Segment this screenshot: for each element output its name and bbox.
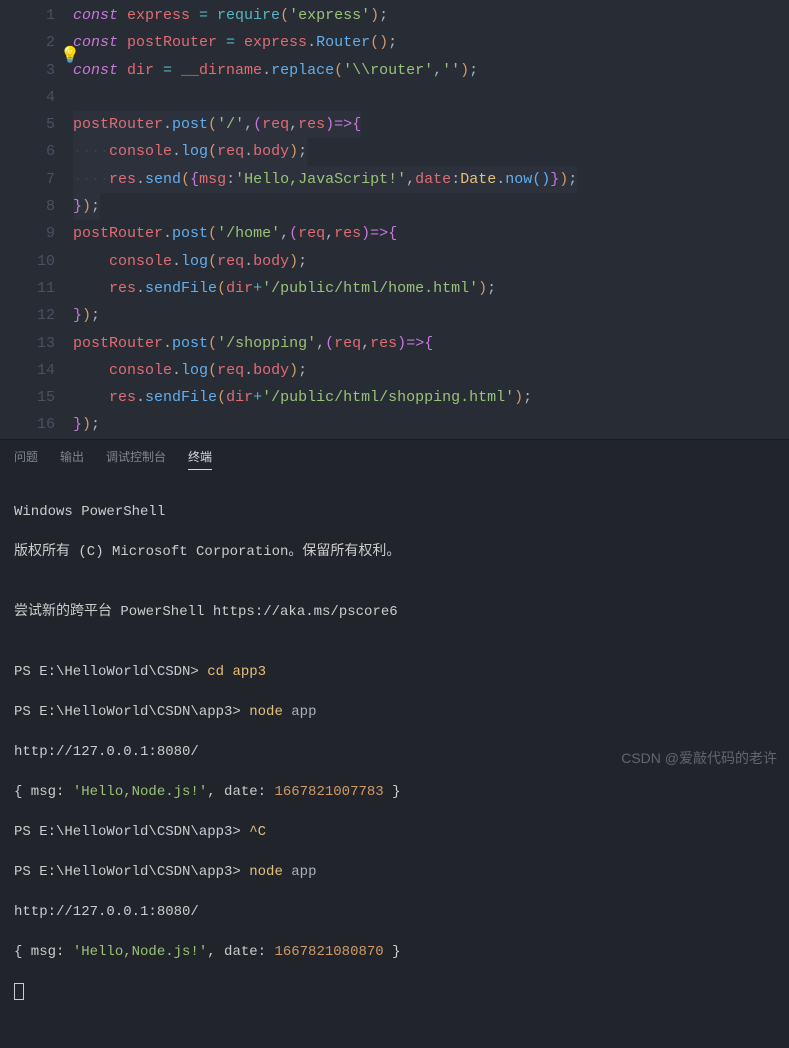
watermark: CSDN @爱敲代码的老许 [621, 748, 777, 768]
line-number: 11 [0, 275, 55, 302]
terminal-line: 尝试新的跨平台 PowerShell https://aka.ms/pscore… [14, 602, 775, 622]
terminal-line: PS E:\HelloWorld\CSDN\app3> ^C [14, 822, 775, 842]
line-number: 9 [0, 220, 55, 247]
line-number: 10 [0, 248, 55, 275]
line-number: 2 [0, 29, 55, 56]
terminal-cursor [14, 982, 775, 1002]
tab-terminal[interactable]: 终端 [188, 448, 212, 470]
terminal-line: { msg: 'Hello,Node.js!', date: 166782108… [14, 942, 775, 962]
panel-tabs: 问题 输出 调试控制台 终端 [0, 440, 789, 476]
line-number: 1 [0, 2, 55, 29]
code-editor[interactable]: 💡 1 2 3 4 5 6 7 8 9 10 11 12 13 14 15 16… [0, 0, 789, 439]
line-number: 7 [0, 166, 55, 193]
line-number: 15 [0, 384, 55, 411]
line-number: 13 [0, 330, 55, 357]
line-number: 12 [0, 302, 55, 329]
tab-output[interactable]: 输出 [60, 448, 84, 470]
terminal-line: PS E:\HelloWorld\CSDN\app3> node app [14, 862, 775, 882]
line-number: 8 [0, 193, 55, 220]
terminal-line: PS E:\HelloWorld\CSDN> cd app3 [14, 662, 775, 682]
line-number: 3 [0, 57, 55, 84]
line-number: 4 [0, 84, 55, 111]
terminal-line: PS E:\HelloWorld\CSDN\app3> node app [14, 702, 775, 722]
terminal-line: { msg: 'Hello,Node.js!', date: 166782100… [14, 782, 775, 802]
bottom-panel: 问题 输出 调试控制台 终端 Windows PowerShell 版权所有 (… [0, 439, 789, 1048]
line-gutter: 1 2 3 4 5 6 7 8 9 10 11 12 13 14 15 16 [0, 2, 73, 439]
line-number: 5 [0, 111, 55, 138]
lightbulb-icon[interactable]: 💡 [60, 45, 80, 65]
line-number: 16 [0, 411, 55, 438]
terminal-line: Windows PowerShell [14, 502, 775, 522]
line-number: 6 [0, 138, 55, 165]
terminal-line: 版权所有 (C) Microsoft Corporation。保留所有权利。 [14, 542, 775, 562]
tab-problems[interactable]: 问题 [14, 448, 38, 470]
terminal-line: http://127.0.0.1:8080/ [14, 902, 775, 922]
tab-debug-console[interactable]: 调试控制台 [106, 448, 166, 470]
line-number: 14 [0, 357, 55, 384]
code-content[interactable]: const express = require('express'); cons… [73, 2, 789, 439]
